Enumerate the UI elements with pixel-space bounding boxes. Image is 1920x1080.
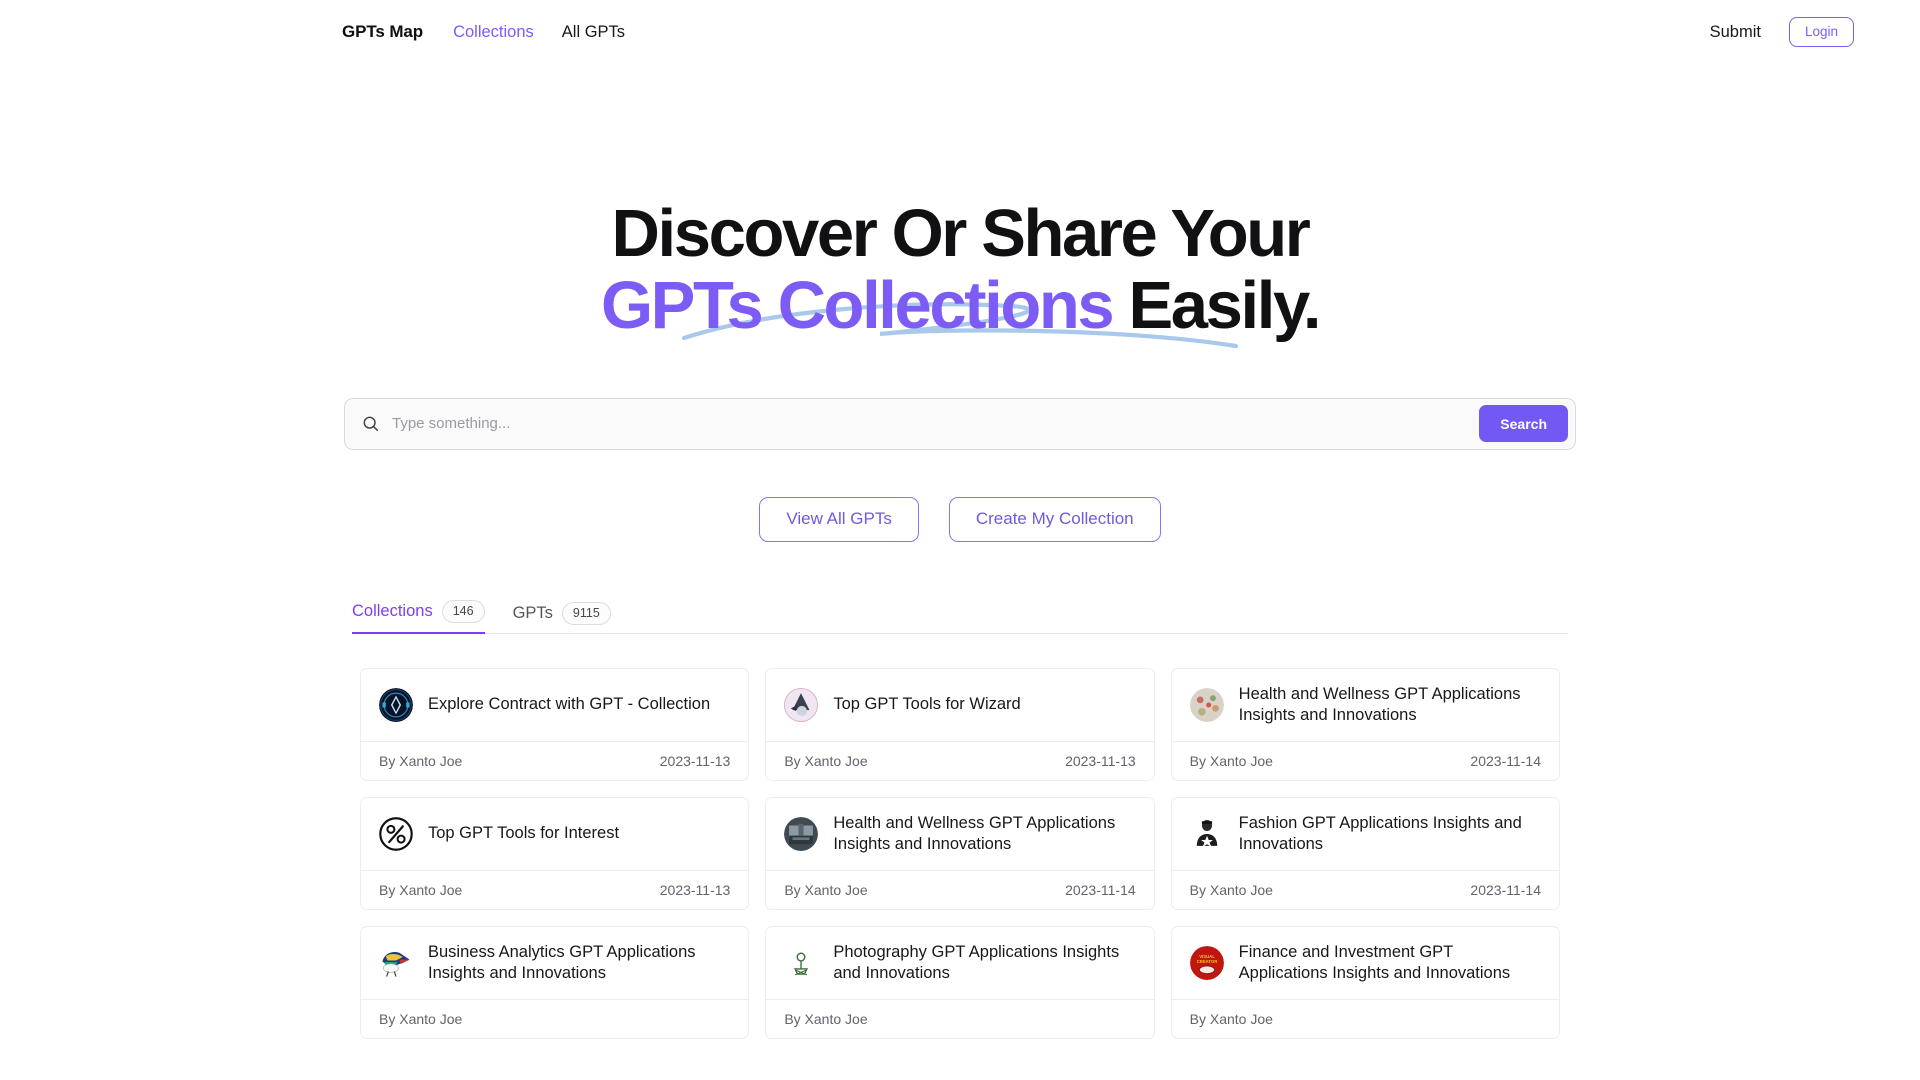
card-date: 2023-11-13 bbox=[659, 881, 731, 898]
gym-avatar-icon bbox=[784, 816, 819, 851]
card-author: By Xanto Joe bbox=[379, 881, 463, 898]
card-author: By Xanto Joe bbox=[1189, 881, 1273, 898]
card-footer: By Xanto Joe 2023-11-13 bbox=[361, 869, 749, 909]
card-title: Top GPT Tools for Interest bbox=[428, 824, 620, 843]
tab-collections-count: 146 bbox=[441, 599, 485, 623]
hero-line-2-rest: Easily. bbox=[1112, 268, 1321, 344]
main-nav: Collections All GPTs bbox=[453, 23, 625, 42]
card-author: By Xanto Joe bbox=[1189, 752, 1273, 769]
search-button[interactable]: Search bbox=[1479, 405, 1568, 443]
tab-bar: Collections 146 GPTs 9115 bbox=[352, 594, 1568, 634]
card-footer: By Xanto Joe 2023-11-13 bbox=[361, 740, 749, 780]
svg-text:VISUAL: VISUAL bbox=[1199, 954, 1215, 959]
card-title: Top GPT Tools for Wizard bbox=[833, 695, 1021, 714]
card-author: By Xanto Joe bbox=[1189, 1010, 1273, 1027]
card-date: 2023-11-14 bbox=[1470, 752, 1541, 769]
card-body: Fashion GPT Applications Insights and In… bbox=[1172, 798, 1559, 870]
card-title: Health and Wellness GPT Applications Ins… bbox=[833, 813, 1116, 853]
svg-text:CREATOR: CREATOR bbox=[1196, 959, 1217, 964]
card-author: By Xanto Joe bbox=[784, 1010, 868, 1027]
card-title: Finance and Investment GPT Applications … bbox=[1238, 942, 1511, 982]
content-area: Collections 146 GPTs 9115 Explore Contra… bbox=[352, 542, 1568, 1055]
card-title: Health and Wellness GPT Applications Ins… bbox=[1238, 684, 1521, 724]
tab-collections-label: Collections bbox=[352, 601, 433, 620]
card-author: By Xanto Joe bbox=[379, 1010, 463, 1027]
collection-card[interactable]: Fashion GPT Applications Insights and In… bbox=[1170, 796, 1560, 910]
card-body: Explore Contract with GPT - Collection bbox=[361, 669, 748, 741]
collection-card[interactable]: Top GPT Tools for Wizard By Xanto Joe 20… bbox=[765, 667, 1155, 781]
page-title: Discover Or Share Your GPTs Collections … bbox=[0, 196, 1920, 344]
card-date: 2023-11-13 bbox=[1065, 752, 1136, 769]
finance-avatar-icon: VISUAL CREATOR bbox=[1189, 945, 1224, 980]
card-footer: By Xanto Joe bbox=[1171, 998, 1559, 1038]
card-date: 2023-11-14 bbox=[1065, 881, 1136, 898]
fashion-avatar-icon bbox=[1189, 816, 1224, 851]
photography-avatar-icon bbox=[784, 945, 819, 980]
header-inner: GPTs Map Collections All GPTs Submit Log… bbox=[0, 16, 1920, 48]
card-author: By Xanto Joe bbox=[784, 752, 868, 769]
card-body: Photography GPT Applications Insights an… bbox=[766, 927, 1153, 999]
card-footer: By Xanto Joe bbox=[361, 998, 749, 1038]
collection-card[interactable]: Business Analytics GPT Applications Insi… bbox=[360, 925, 750, 1039]
collection-card[interactable]: Health and Wellness GPT Applications Ins… bbox=[1170, 667, 1560, 781]
nav-item-collections[interactable]: Collections bbox=[453, 23, 534, 42]
card-footer: By Xanto Joe 2023-11-14 bbox=[1171, 740, 1559, 780]
submit-link[interactable]: Submit bbox=[1710, 23, 1761, 42]
site-header: GPTs Map Collections All GPTs Submit Log… bbox=[0, 0, 1920, 64]
search-bar[interactable]: Search bbox=[344, 397, 1576, 450]
collection-card[interactable]: Health and Wellness GPT Applications Ins… bbox=[765, 796, 1155, 910]
tab-gpts-count: 9115 bbox=[561, 601, 611, 625]
card-title: Photography GPT Applications Insights an… bbox=[833, 942, 1120, 982]
card-footer: By Xanto Joe 2023-11-14 bbox=[1171, 869, 1559, 909]
card-title: Explore Contract with GPT - Collection bbox=[428, 695, 711, 714]
brand-logo[interactable]: GPTs Map bbox=[342, 22, 423, 42]
wizard-avatar-icon bbox=[784, 687, 819, 722]
collection-card-grid: Explore Contract with GPT - Collection B… bbox=[352, 667, 1568, 1055]
card-body: Health and Wellness GPT Applications Ins… bbox=[766, 798, 1153, 870]
collection-card[interactable]: Explore Contract with GPT - Collection B… bbox=[360, 667, 750, 781]
card-body: Top GPT Tools for Wizard bbox=[766, 669, 1153, 741]
card-author: By Xanto Joe bbox=[379, 752, 463, 769]
card-body: VISUAL CREATOR Finance and Investment GP… bbox=[1172, 927, 1559, 999]
card-footer: By Xanto Joe 2023-11-13 bbox=[766, 740, 1154, 780]
bird-analytics-avatar-icon bbox=[379, 945, 413, 980]
login-button[interactable]: Login bbox=[1788, 16, 1854, 48]
search-icon bbox=[362, 415, 379, 432]
card-author: By Xanto Joe bbox=[784, 881, 868, 898]
collection-card[interactable]: Top GPT Tools for Interest By Xanto Joe … bbox=[360, 796, 750, 910]
header-actions: Submit Login bbox=[1710, 16, 1880, 48]
card-footer: By Xanto Joe bbox=[766, 998, 1154, 1038]
card-body: Top GPT Tools for Interest bbox=[361, 798, 748, 870]
create-my-collection-button[interactable]: Create My Collection bbox=[948, 496, 1161, 542]
hero-line-1: Discover Or Share Your bbox=[611, 196, 1311, 271]
card-body: Health and Wellness GPT Applications Ins… bbox=[1172, 669, 1559, 741]
hero-line-2-accent: GPTs Collections bbox=[600, 268, 1115, 344]
card-title: Fashion GPT Applications Insights and In… bbox=[1238, 813, 1522, 853]
nav-item-all-gpts[interactable]: All GPTs bbox=[562, 23, 625, 42]
health-avatar-icon bbox=[1189, 687, 1224, 722]
collection-card[interactable]: VISUAL CREATOR Finance and Investment GP… bbox=[1170, 925, 1560, 1039]
card-footer: By Xanto Joe 2023-11-14 bbox=[766, 869, 1154, 909]
percent-icon-avatar-icon bbox=[379, 816, 413, 851]
card-title: Business Analytics GPT Applications Insi… bbox=[428, 942, 696, 982]
tab-gpts[interactable]: GPTs 9115 bbox=[512, 601, 611, 634]
contract-orb-avatar-icon bbox=[379, 687, 413, 722]
tab-gpts-label: GPTs bbox=[512, 603, 553, 622]
search-input[interactable] bbox=[379, 415, 1480, 433]
hero-section: Discover Or Share Your GPTs Collections … bbox=[0, 196, 1920, 349]
card-date: 2023-11-13 bbox=[659, 752, 731, 769]
collection-card[interactable]: Photography GPT Applications Insights an… bbox=[765, 925, 1155, 1039]
card-body: Business Analytics GPT Applications Insi… bbox=[361, 927, 748, 999]
view-all-gpts-button[interactable]: View All GPTs bbox=[759, 496, 919, 542]
tab-collections[interactable]: Collections 146 bbox=[352, 599, 485, 634]
card-date: 2023-11-14 bbox=[1470, 881, 1541, 898]
cta-button-row: View All GPTs Create My Collection bbox=[0, 496, 1920, 542]
